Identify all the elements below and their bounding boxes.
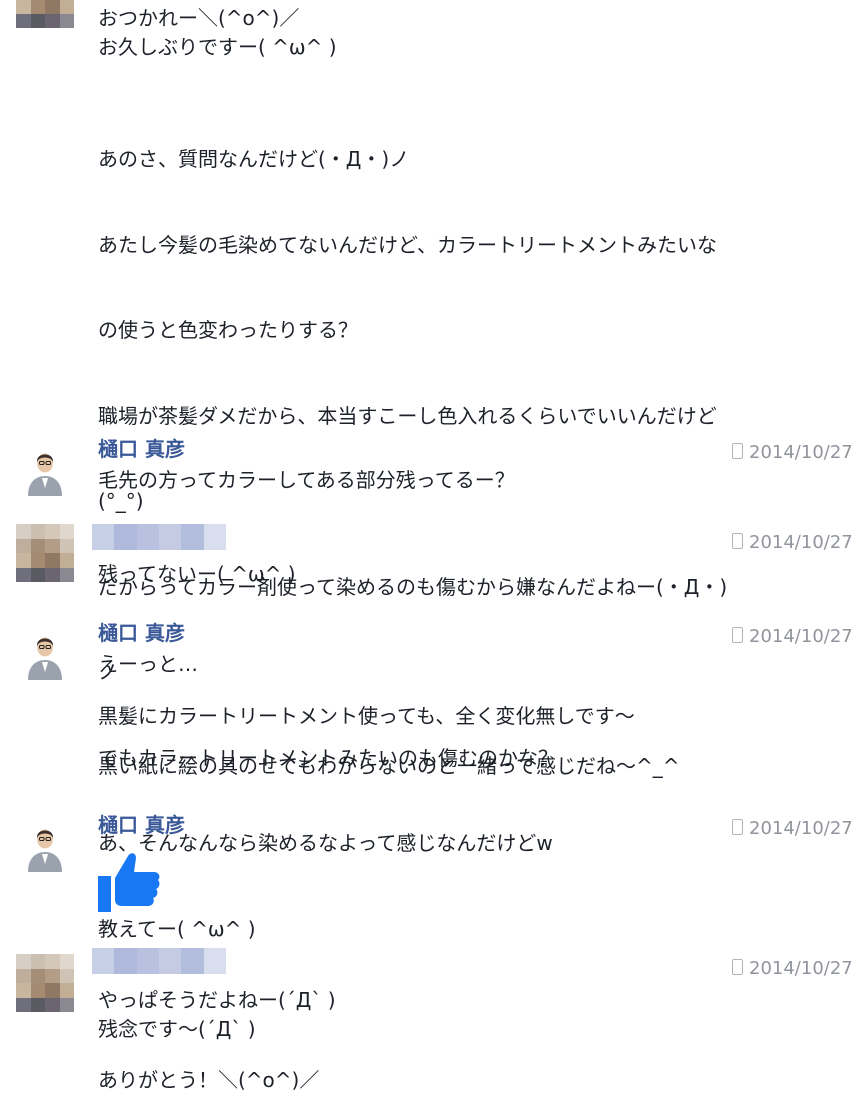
sender-avatar[interactable]	[16, 438, 74, 496]
mobile-icon	[732, 627, 743, 643]
friend-avatar[interactable]	[16, 524, 74, 582]
message-text: 黒い紙に絵の具のせてもわからないのと一緒って感じだね〜^_^	[98, 754, 680, 778]
mobile-icon	[732, 959, 743, 975]
message-text: 残ってないー( ^ω^ )	[98, 562, 296, 586]
sender-avatar[interactable]	[16, 814, 74, 872]
mobile-icon	[732, 443, 743, 459]
friend-avatar[interactable]	[16, 0, 74, 28]
thumbs-up-icon[interactable]	[98, 848, 160, 912]
sender-name[interactable]: 樋口 真彦	[98, 433, 185, 462]
timestamp: 2014/10/27	[732, 958, 853, 979]
timestamp: 2014/10/27	[732, 532, 853, 553]
sender-name[interactable]: 樋口 真彦	[98, 617, 185, 646]
sender-name[interactable]: 樋口 真彦	[98, 809, 185, 838]
sender-name-blurred[interactable]	[92, 524, 226, 550]
timestamp: 2014/10/27	[732, 442, 853, 463]
sender-name-blurred[interactable]	[92, 948, 226, 974]
message-text: 毛先の方ってカラーしてある部分残ってるー？	[98, 468, 515, 492]
message-text: やっぱそうだよねー(´Д` ) 残念です〜(´Д` )	[98, 988, 336, 1041]
timestamp: 2014/10/27	[732, 818, 853, 839]
sender-avatar[interactable]	[16, 622, 74, 680]
message-text: おつかれー＼(^o^)／ お久しぶりですー( ^ω^ )	[98, 6, 337, 59]
timestamp: 2014/10/27	[732, 626, 853, 647]
friend-avatar[interactable]	[16, 954, 74, 1012]
message-text: ありがとう！＼(^o^)／	[98, 1068, 320, 1092]
mobile-icon	[732, 533, 743, 549]
message-text: えーっと…	[98, 652, 198, 676]
mobile-icon	[732, 819, 743, 835]
message-text: 黒髪にカラートリートメント使っても、全く変化無しです〜	[98, 704, 635, 728]
